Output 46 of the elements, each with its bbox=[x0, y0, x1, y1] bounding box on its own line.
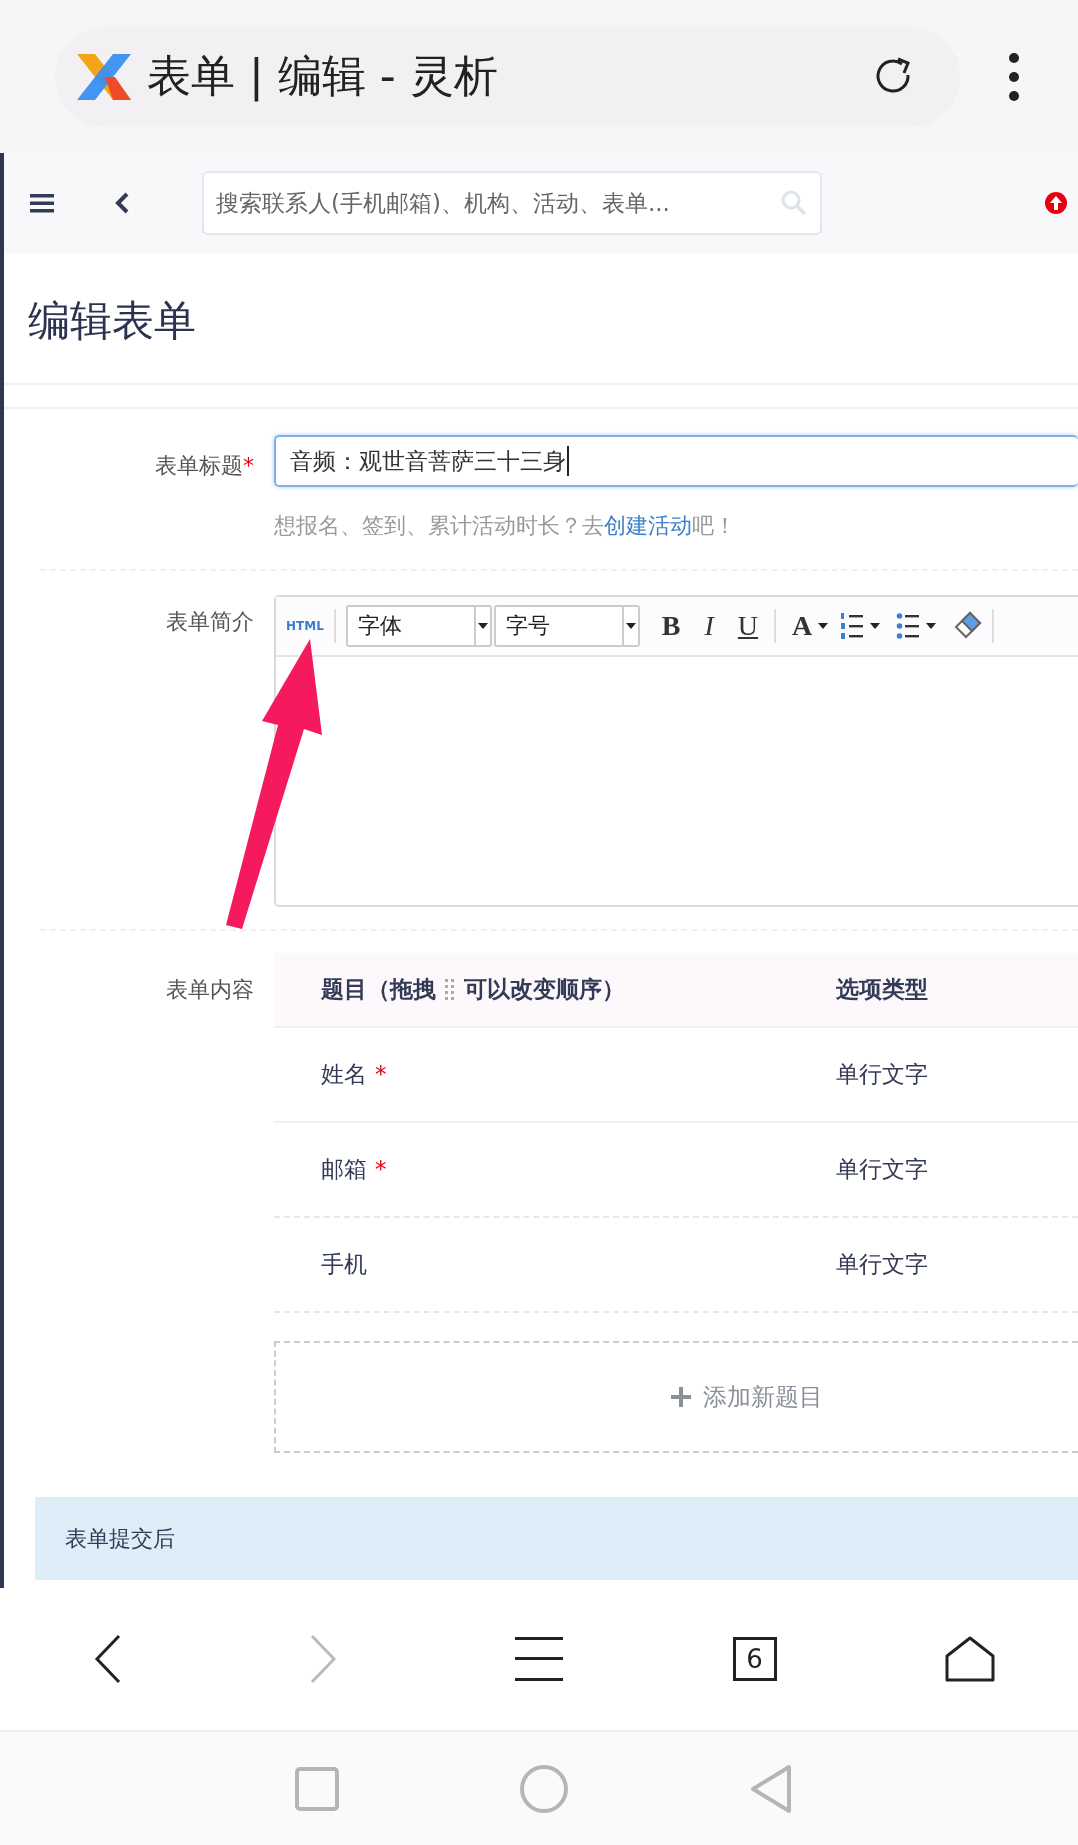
plus-icon bbox=[671, 1387, 691, 1407]
eraser-icon[interactable] bbox=[952, 611, 983, 641]
column-header: 可以改变顺序） bbox=[464, 975, 625, 1004]
more-icon[interactable] bbox=[1008, 51, 1020, 102]
section-header: 表单提交后 bbox=[35, 1497, 1078, 1580]
question-cell: 邮箱 bbox=[321, 1156, 367, 1182]
tabs-button[interactable]: 6 bbox=[732, 1637, 777, 1681]
caret-icon bbox=[477, 623, 488, 629]
page-title: 表单 | 编辑 - 灵析 bbox=[147, 49, 499, 104]
logo-icon bbox=[75, 51, 133, 102]
field-label: 表单标题 bbox=[155, 453, 243, 478]
home-icon[interactable] bbox=[945, 1636, 996, 1682]
address-bar[interactable]: 表单 | 编辑 - 灵析 bbox=[55, 26, 960, 127]
menu-icon[interactable] bbox=[30, 193, 54, 213]
page-heading: 编辑表单 bbox=[4, 253, 1078, 385]
italic-button[interactable]: I bbox=[698, 610, 720, 642]
hint-text: 想报名、签到、累计活动时长？去创建活动吧！ bbox=[274, 512, 737, 540]
question-cell: 姓名 bbox=[321, 1061, 367, 1087]
required-mark: * bbox=[375, 1061, 387, 1087]
column-header: 选项类型 bbox=[836, 975, 929, 1004]
type-cell-text: 单行文字 bbox=[836, 1060, 929, 1089]
type-cell-text: 单行文字 bbox=[836, 1155, 929, 1184]
back-icon[interactable] bbox=[114, 191, 130, 215]
field-label: 表单内容 bbox=[166, 977, 254, 1002]
type-cell-text: 单行文字 bbox=[836, 1250, 929, 1279]
question-cell: 手机 bbox=[321, 1251, 367, 1277]
back-icon[interactable] bbox=[92, 1634, 123, 1684]
caret-icon bbox=[818, 623, 829, 629]
search-field[interactable]: 搜索联系人(手机邮箱)、机构、活动、表单... bbox=[202, 171, 822, 235]
underline-button[interactable]: U bbox=[731, 610, 765, 642]
column-header: 题目（拖拽 bbox=[321, 975, 436, 1004]
title-input[interactable]: 音频：观世音菩萨三十三身 bbox=[274, 435, 1078, 487]
rich-text-editor[interactable]: HTML 字体 字号 B I U A bbox=[274, 595, 1078, 907]
html-button[interactable]: HTML bbox=[286, 619, 324, 633]
required-mark: * bbox=[375, 1156, 387, 1182]
caret-icon bbox=[625, 623, 636, 629]
create-activity-link[interactable]: 创建活动 bbox=[604, 513, 692, 538]
dropdown[interactable]: 字号 bbox=[493, 605, 640, 647]
menu-icon[interactable] bbox=[515, 1636, 563, 1682]
bold-button[interactable]: B bbox=[655, 610, 687, 642]
dropdown[interactable]: 字体 bbox=[345, 605, 492, 647]
font-color-button[interactable]: A bbox=[786, 610, 813, 642]
drag-handle-icon bbox=[444, 977, 456, 1002]
upload-icon[interactable] bbox=[1044, 191, 1068, 215]
field-label: 表单简介 bbox=[166, 609, 254, 634]
required-mark: * bbox=[243, 453, 254, 478]
